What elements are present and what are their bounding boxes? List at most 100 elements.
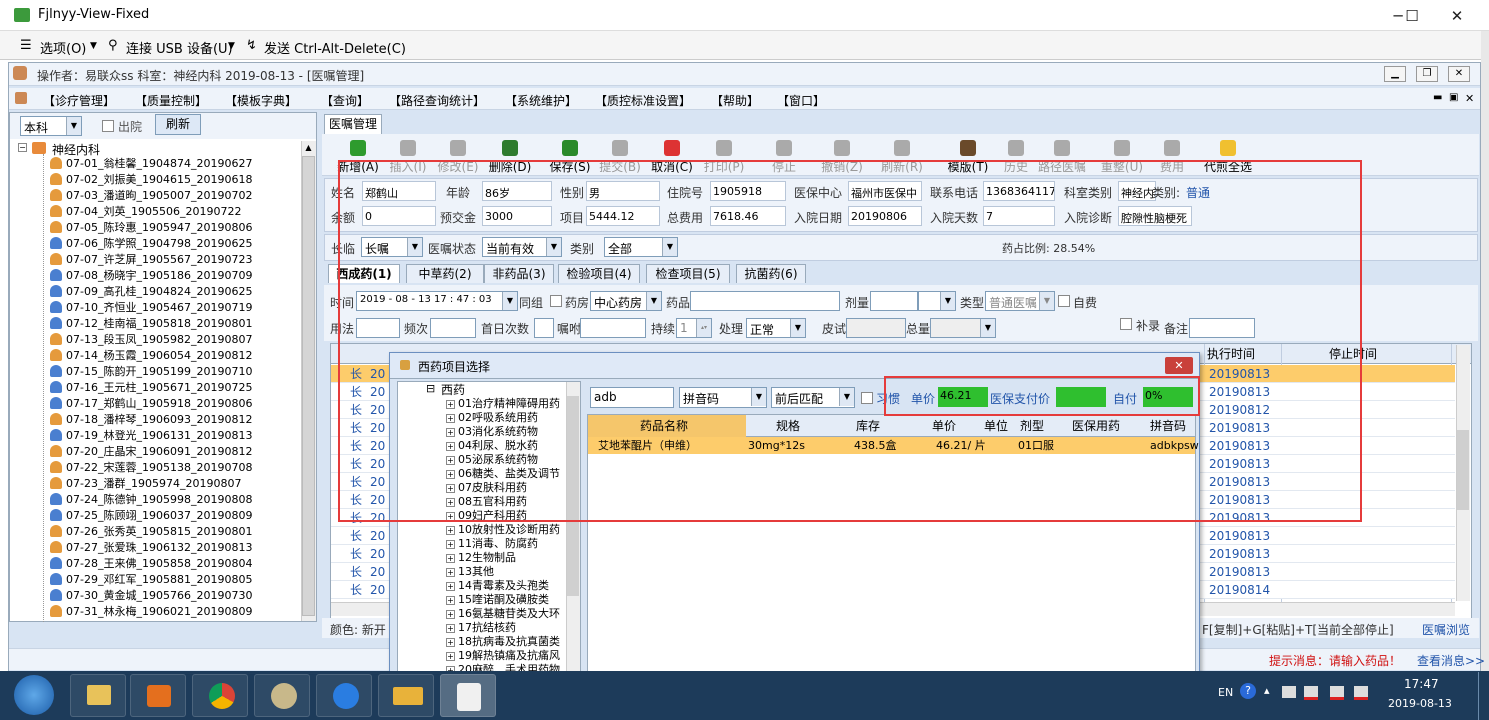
grid-scroll-thumb[interactable] [1457, 430, 1469, 510]
tab-order-management[interactable]: 医嘱管理 [324, 114, 382, 134]
patient-item[interactable]: 07-15_陈韵开_1905199_20190710 [50, 364, 252, 380]
maximize-glyph[interactable]: ☐ [1392, 4, 1432, 28]
menu-template[interactable]: 【模板字典】 [225, 92, 297, 109]
mdi-close-small[interactable]: ✕ [1465, 92, 1474, 105]
category-item[interactable]: +10放射性及诊断用药 [446, 523, 560, 537]
mdi-close-button[interactable]: ✕ [1448, 66, 1470, 82]
expand-icon[interactable]: + [446, 652, 455, 661]
dept-select[interactable]: 本科 ▼ [20, 116, 82, 136]
taskbar-media[interactable] [130, 674, 186, 717]
patient-item[interactable]: 07-10_齐恒业_1905467_20190719 [50, 300, 252, 316]
category-item[interactable]: +17抗结核药 [446, 621, 516, 635]
patient-item[interactable]: 07-19_林登光_1906131_20190813 [50, 428, 252, 444]
flag-error-icon[interactable] [1330, 686, 1344, 700]
taskbar-compass[interactable] [254, 674, 310, 717]
patient-item[interactable]: 07-16_王元柱_1905671_20190725 [50, 380, 252, 396]
category-item[interactable]: +12生物制品 [446, 551, 516, 565]
menu-quality[interactable]: 【质量控制】 [135, 92, 207, 109]
expand-icon[interactable]: + [446, 624, 455, 633]
expand-icon[interactable]: + [446, 596, 455, 605]
patient-item[interactable]: 07-31_林永梅_1906021_20190809 [50, 604, 252, 620]
category-item[interactable]: +11消毒、防腐药 [446, 537, 538, 551]
mdi-minimize-small[interactable]: ▬ [1433, 92, 1442, 103]
refresh-button[interactable]: 刷新 [155, 114, 201, 135]
expand-icon[interactable]: + [446, 610, 455, 619]
patient-item[interactable]: 07-06_陈学照_1904798_20190625 [50, 236, 252, 252]
patient-item[interactable]: 07-03_潘道昫_1905007_20190702 [50, 188, 252, 204]
patient-item[interactable]: 07-25_陈顾翊_1906037_20190809 [50, 508, 252, 524]
mdi-restore-small[interactable]: ▣ [1449, 92, 1458, 103]
scroll-thumb[interactable] [302, 156, 315, 616]
patient-item[interactable]: 07-02_刘振美_1904615_20190618 [50, 172, 252, 188]
input-language[interactable]: EN [1218, 686, 1233, 699]
tray-icon[interactable] [1282, 686, 1296, 698]
patient-item[interactable]: 07-20_庄晶宋_1906091_20190812 [50, 444, 252, 460]
discharged-checkbox[interactable] [102, 120, 114, 132]
patient-label: 07-25_陈顾翊_1906037_20190809 [66, 509, 253, 522]
help-icon[interactable]: ? [1240, 683, 1256, 699]
taskbar-his-app[interactable] [440, 674, 496, 717]
patient-item[interactable]: 07-26_张秀英_1905815_20190801 [50, 524, 252, 540]
taskbar-explorer[interactable] [70, 674, 126, 717]
taskbar-chrome[interactable] [192, 674, 248, 717]
patient-item[interactable]: 07-28_王来佛_1905858_20190804 [50, 556, 252, 572]
mdi-restore-button[interactable]: ❐ [1416, 66, 1438, 82]
close-button[interactable]: ✕ [1437, 4, 1477, 28]
menu-window[interactable]: 【窗口】 [777, 92, 825, 109]
patient-item[interactable]: 07-22_宋莲蓉_1905138_20190708 [50, 460, 252, 476]
patient-item[interactable]: 07-29_邓红军_1905881_20190805 [50, 572, 252, 588]
view-messages-link[interactable]: 查看消息>> [1417, 652, 1485, 669]
expand-icon[interactable]: + [446, 582, 455, 591]
category-item[interactable]: +19解热镇痛及抗痛风 [446, 649, 560, 663]
menu-diagnosis[interactable]: 【诊疗管理】 [43, 92, 115, 109]
category-item[interactable]: +18抗病毒及抗真菌类 [446, 635, 560, 649]
expand-icon[interactable]: + [446, 540, 455, 549]
patient-item[interactable]: 07-07_许芝屏_1905567_20190723 [50, 252, 252, 268]
patient-item[interactable]: 07-24_陈德钟_1905998_20190808 [50, 492, 252, 508]
usb-menu[interactable]: 连接 USB 设备(U) [126, 38, 233, 57]
patient-item[interactable]: 07-05_陈玲惠_1905947_20190806 [50, 220, 252, 236]
category-item[interactable]: +14青霉素及头孢类 [446, 579, 549, 593]
menu-query[interactable]: 【查询】 [321, 92, 369, 109]
patient-item[interactable]: 07-09_高孔桂_1904824_20190625 [50, 284, 252, 300]
ctrl-alt-del-menu[interactable]: 发送 Ctrl-Alt-Delete(C) [264, 38, 406, 57]
expand-icon[interactable]: + [446, 568, 455, 577]
start-button[interactable] [14, 675, 54, 715]
scroll-up-icon[interactable]: ▲ [302, 141, 315, 155]
mdi-minimize-button[interactable]: ▁ [1384, 66, 1406, 82]
patient-item[interactable]: 07-13_段玉凤_1905982_20190807 [50, 332, 252, 348]
patient-item[interactable]: 07-30_黄金城_1905766_20190730 [50, 588, 252, 604]
tray-expand-icon[interactable]: ▴ [1264, 684, 1270, 697]
show-desktop-button[interactable] [1478, 672, 1489, 720]
patient-item[interactable]: 07-12_桂南福_1905818_20190801 [50, 316, 252, 332]
expand-icon[interactable]: + [446, 554, 455, 563]
taskbar-sogou[interactable] [316, 674, 372, 717]
patient-item[interactable]: 07-14_杨玉霞_1906054_20190812 [50, 348, 252, 364]
menu-help[interactable]: 【帮助】 [711, 92, 759, 109]
network-error-icon[interactable] [1304, 686, 1318, 700]
category-item[interactable]: +15喹诺酮及磺胺类 [446, 593, 549, 607]
patient-item[interactable]: 07-08_杨晓宇_1905186_20190709 [50, 268, 252, 284]
menu-qc-standard[interactable]: 【质控标准设置】 [595, 92, 691, 109]
menu-system[interactable]: 【系统维护】 [505, 92, 577, 109]
patient-item[interactable]: 07-04_刘英_1905506_20190722 [50, 204, 241, 220]
patient-item[interactable]: 07-23_潘群_1905974_20190807 [50, 476, 241, 492]
patient-item[interactable]: 07-18_潘梓琴_1906093_20190812 [50, 412, 252, 428]
options-menu[interactable]: 选项(O) [40, 38, 86, 57]
order-browse-link[interactable]: 医嘱浏览 [1422, 621, 1470, 638]
patient-item[interactable]: 07-01_翁桂馨_1904874_20190627 [50, 156, 252, 172]
collapse-icon[interactable]: − [18, 143, 27, 152]
clock-date[interactable]: 2019-08-13 [1388, 697, 1452, 710]
volume-icon[interactable] [1354, 686, 1368, 700]
expand-icon[interactable]: + [446, 526, 455, 535]
expand-icon[interactable]: + [446, 638, 455, 647]
patient-item[interactable]: 07-17_郑鹤山_1905918_20190806 [50, 396, 252, 412]
toolbar-icon [612, 140, 628, 156]
clock-time[interactable]: 17:47 [1404, 677, 1439, 691]
category-item[interactable]: +16氨基糖苷类及大环 [446, 607, 560, 621]
category-item[interactable]: +13其他 [446, 565, 494, 579]
patient-item[interactable]: 07-27_张爱珠_1906132_20190813 [50, 540, 252, 556]
taskbar-sql[interactable] [378, 674, 434, 717]
chrome-icon [209, 683, 235, 709]
menu-path-stats[interactable]: 【路径查询统计】 [389, 92, 485, 109]
